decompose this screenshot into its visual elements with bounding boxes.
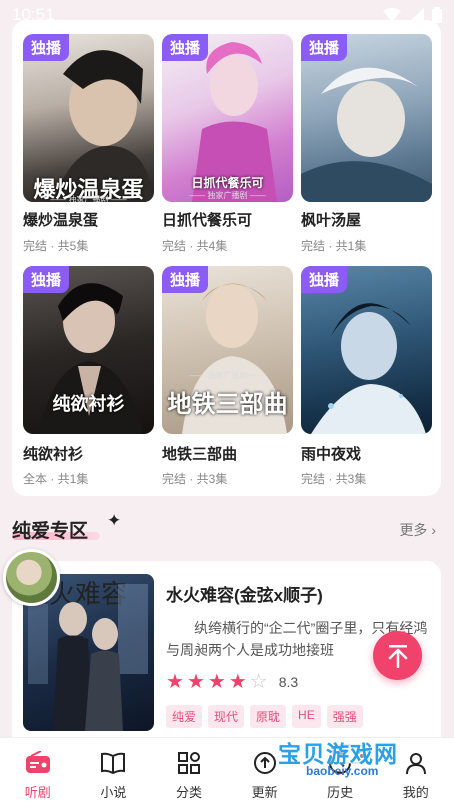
drama-title[interactable]: 日抓代餐乐可 — [162, 209, 252, 230]
cover-subtitle: —— 独家广播剧 —— — [50, 195, 127, 202]
tag[interactable]: 纯爱 — [166, 705, 203, 728]
status-time: 10:51 — [12, 5, 55, 24]
signal-icon — [409, 8, 424, 22]
star-empty-icon: ☆ — [249, 671, 268, 693]
nav-label: 小说 — [100, 785, 127, 800]
rating-value: 8.3 — [278, 674, 299, 690]
drama-title[interactable]: 地铁三部曲 — [162, 443, 237, 464]
drama-cover[interactable]: 独播 — [301, 266, 432, 434]
nav-label: 历史 — [327, 785, 354, 800]
cover-title-art: 日抓代餐乐可 — [191, 176, 264, 190]
scroll-to-top-button[interactable] — [373, 631, 422, 680]
star-filled-icon: ★ — [228, 671, 247, 693]
status-icons — [383, 7, 442, 23]
nav-label: 我的 — [402, 785, 429, 800]
battery-icon — [432, 7, 442, 23]
section-title: 纯爱专区 — [12, 521, 89, 542]
rating-stars: ★ ★ ★ ★ ☆ 8.3 — [166, 672, 298, 692]
drama-cover[interactable]: 独播 — [301, 34, 432, 202]
drama-title[interactable]: 枫叶汤屋 — [301, 209, 361, 230]
nav-item-novel[interactable]: 小说 — [76, 738, 152, 807]
cover-subtitle: —— 独家广播剧 —— — [189, 371, 266, 380]
drama-meta: 完结 · 共4集 — [162, 239, 228, 253]
cover-title-art: 地铁三部曲 — [167, 389, 288, 418]
radio-icon — [25, 750, 51, 776]
update-icon — [252, 750, 278, 776]
wifi-icon — [383, 8, 401, 22]
star-filled-icon: ★ — [186, 671, 205, 693]
drama-meta: 完结 · 共3集 — [162, 472, 228, 486]
nav-label: 更新 — [251, 785, 278, 800]
drama-cover[interactable]: 独播 日抓代餐乐可 —— 独家广播剧 —— — [162, 34, 293, 202]
more-label: 更多 — [399, 522, 428, 538]
drama-meta: 完结 · 共3集 — [301, 472, 367, 486]
drama-meta: 完结 · 共1集 — [301, 239, 367, 253]
drama-cover[interactable]: 独播 爆炒温泉蛋 —— 独家广播剧 —— — [23, 34, 154, 202]
nav-label: 分类 — [175, 785, 202, 800]
character-illustration — [301, 67, 432, 202]
tag[interactable]: 原耽 — [250, 705, 287, 728]
nav-item-category[interactable]: 分类 — [151, 738, 227, 807]
category-icon — [176, 750, 202, 776]
drama-meta: 完结 · 共5集 — [23, 239, 89, 253]
nav-item-listen[interactable]: 听剧 — [0, 738, 76, 807]
nav-label: 听剧 — [24, 785, 51, 800]
drama-cover[interactable]: 独播 —— 独家广播剧 —— 地铁三部曲 — [162, 266, 293, 434]
tag[interactable]: 强强 — [326, 705, 363, 728]
status-bar: 10:51 — [0, 0, 454, 30]
star-filled-icon: ★ — [166, 671, 184, 693]
chevron-right-icon: › — [431, 522, 436, 538]
sparkle-icon: ✦ — [107, 511, 122, 530]
more-link[interactable]: 更多 › — [399, 520, 436, 540]
arrow-up-icon — [388, 644, 407, 668]
cover-title-art: 纯欲衬衫 — [52, 394, 125, 415]
tag[interactable]: HE — [292, 705, 321, 728]
floating-avatar[interactable] — [3, 549, 60, 606]
book-icon — [100, 750, 126, 776]
site-watermark-url: baobeiy.com — [306, 764, 379, 778]
drama-title[interactable]: 爆炒温泉蛋 — [23, 209, 98, 230]
drama-cover[interactable]: 独播 纯欲衬衫 — [23, 266, 154, 434]
drama-title[interactable]: 雨中夜戏 — [301, 443, 361, 464]
star-filled-icon: ★ — [207, 671, 226, 693]
profile-icon — [403, 750, 429, 776]
drama-meta: 全本 · 共1集 — [23, 472, 89, 486]
character-illustration — [311, 303, 426, 434]
tag-list: 纯爱 现代 原耽 HE 强强 — [166, 705, 363, 728]
featured-title[interactable]: 水火难容(金弦x顺子) — [166, 581, 323, 606]
tag[interactable]: 现代 — [208, 705, 245, 728]
drama-title[interactable]: 纯欲衬衫 — [23, 443, 83, 464]
cover-subtitle: —— 独家广播剧 —— — [189, 191, 266, 200]
